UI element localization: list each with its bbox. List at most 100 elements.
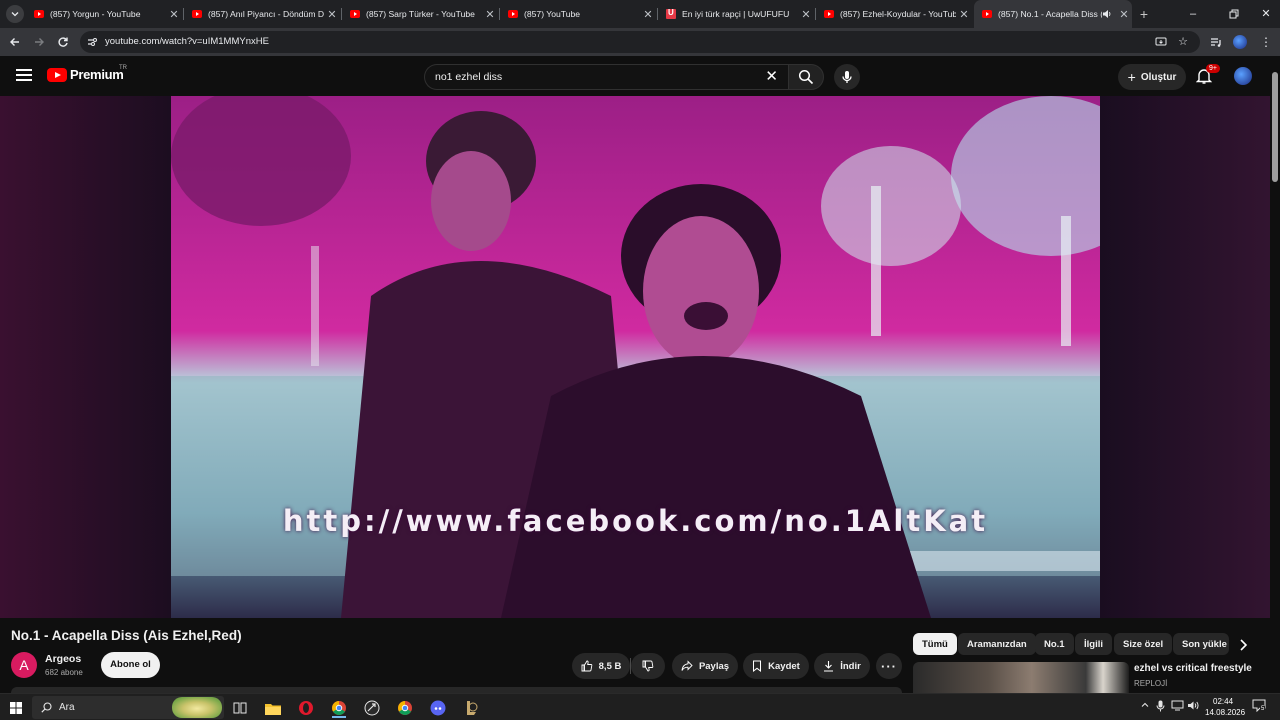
dislike-button[interactable] bbox=[631, 653, 665, 679]
bookmark-icon bbox=[753, 660, 762, 672]
close-tab-icon[interactable]: ✕ bbox=[640, 8, 656, 21]
close-window-icon[interactable]: ✕ bbox=[1258, 6, 1274, 22]
new-tab-button[interactable]: + bbox=[1136, 6, 1152, 22]
video-frame[interactable]: http://www.facebook.com/no.1AltKat bbox=[171, 96, 1100, 618]
save-button[interactable]: Kaydet bbox=[743, 653, 809, 679]
youtube-favicon-icon bbox=[34, 10, 44, 18]
chevron-right-icon[interactable] bbox=[1234, 636, 1252, 654]
browser-tab[interactable]: (857) YouTube ✕ bbox=[500, 0, 656, 28]
taskbar-search-box[interactable]: Ara bbox=[32, 696, 224, 719]
uwufufu-favicon-icon bbox=[666, 8, 676, 19]
chip-for-you[interactable]: Size özel bbox=[1114, 633, 1173, 655]
recommended-video-title[interactable]: ezhel vs critical freestyle bbox=[1134, 663, 1252, 674]
volume-icon[interactable] bbox=[1187, 700, 1200, 711]
browser-tab[interactable]: (857) Sarp Türker - YouTube ✕ bbox=[342, 0, 498, 28]
microphone-icon bbox=[842, 71, 852, 83]
subscriber-count: 682 abone bbox=[45, 668, 83, 677]
youtube-premium-logo[interactable]: Premium TR bbox=[47, 65, 127, 82]
browser-tab[interactable]: (857) Yorgun - YouTube ✕ bbox=[26, 0, 182, 28]
search-button[interactable] bbox=[788, 64, 824, 90]
download-button[interactable]: İndir bbox=[814, 653, 870, 679]
network-icon[interactable] bbox=[1171, 700, 1184, 711]
guide-menu-icon[interactable] bbox=[16, 69, 32, 81]
tab-title: (857) No.1 - Acapella Diss ( bbox=[998, 9, 1102, 19]
plus-icon: + bbox=[1127, 69, 1136, 85]
profile-avatar-icon[interactable] bbox=[1232, 34, 1248, 50]
browser-tab[interactable]: (857) Anıl Piyancı - Döndüm Du ✕ bbox=[184, 0, 340, 28]
close-tab-icon[interactable]: ✕ bbox=[166, 8, 182, 21]
chip-related[interactable]: İlgili bbox=[1075, 633, 1112, 655]
search-icon bbox=[41, 702, 52, 713]
app-icon[interactable] bbox=[362, 698, 382, 718]
create-button[interactable]: + Oluştur bbox=[1118, 64, 1186, 90]
chrome-icon[interactable] bbox=[329, 698, 349, 718]
file-explorer-icon[interactable] bbox=[263, 698, 283, 718]
search-input[interactable]: no1 ezhel diss ✕ bbox=[424, 64, 788, 90]
recommended-video-thumbnail[interactable] bbox=[913, 662, 1129, 693]
youtube-favicon-icon bbox=[824, 10, 834, 18]
speaker-icon[interactable] bbox=[1102, 9, 1116, 19]
like-count: 8,5 B bbox=[598, 660, 622, 672]
close-tab-icon[interactable]: ✕ bbox=[324, 8, 340, 21]
create-label: Oluştur bbox=[1140, 71, 1177, 83]
search-icon bbox=[798, 69, 814, 85]
browser-tab[interactable]: En iyi türk rapçi | UwUFUFU ✕ bbox=[658, 0, 814, 28]
tab-title: (857) YouTube bbox=[524, 9, 581, 19]
reload-icon[interactable] bbox=[55, 34, 71, 50]
notifications-button[interactable]: 9+ bbox=[1196, 64, 1220, 85]
page-scrollbar[interactable] bbox=[1270, 56, 1280, 693]
taskbar-clock-time[interactable]: 02:44 bbox=[1213, 697, 1233, 706]
close-tab-icon[interactable]: ✕ bbox=[1116, 8, 1132, 21]
youtube-favicon-icon bbox=[508, 10, 518, 18]
tab-title: En iyi türk rapçi | UwUFUFU bbox=[682, 9, 790, 19]
bookmark-star-icon[interactable]: ☆ bbox=[1176, 35, 1190, 49]
browser-tab-active[interactable]: (857) No.1 - Acapella Diss ( ✕ bbox=[974, 0, 1132, 28]
browser-tab[interactable]: (857) Ezhel-Koydular - YouTube ✕ bbox=[816, 0, 972, 28]
chip-from-search[interactable]: Aramanızdan bbox=[958, 633, 1036, 655]
account-avatar[interactable] bbox=[1234, 67, 1252, 85]
browser-tab-strip: (857) Yorgun - YouTube ✕ (857) Anıl Piya… bbox=[0, 0, 1280, 28]
chrome-profile-icon[interactable] bbox=[395, 698, 415, 718]
chip-recently-uploaded[interactable]: Son yükle bbox=[1173, 633, 1229, 655]
chip-no1[interactable]: No.1 bbox=[1035, 633, 1074, 655]
tab-title: (857) Ezhel-Koydular - YouTube bbox=[840, 9, 956, 19]
close-tab-icon[interactable]: ✕ bbox=[956, 8, 972, 21]
league-client-icon[interactable] bbox=[461, 698, 481, 718]
notification-badge: 9+ bbox=[1206, 64, 1220, 73]
thumbs-down-icon bbox=[642, 660, 654, 672]
address-bar[interactable]: youtube.com/watch?v=uIM1MMYnxHE ☆ bbox=[80, 31, 1200, 53]
install-app-icon[interactable] bbox=[1154, 35, 1168, 49]
scrollbar-thumb[interactable] bbox=[1272, 72, 1278, 182]
browser-toolbar: youtube.com/watch?v=uIM1MMYnxHE ☆ ⋮ bbox=[0, 28, 1280, 56]
discord-icon[interactable] bbox=[428, 698, 448, 718]
tab-search-button[interactable] bbox=[6, 5, 24, 23]
channel-name[interactable]: Argeos bbox=[45, 653, 81, 665]
clear-search-icon[interactable]: ✕ bbox=[765, 69, 778, 85]
close-tab-icon[interactable]: ✕ bbox=[482, 8, 498, 21]
tab-title: (857) Yorgun - YouTube bbox=[50, 9, 141, 19]
browser-menu-icon[interactable]: ⋮ bbox=[1258, 34, 1274, 50]
show-hidden-icons-chevron-icon[interactable] bbox=[1140, 700, 1150, 710]
close-tab-icon[interactable]: ✕ bbox=[798, 8, 814, 21]
chip-all[interactable]: Tümü bbox=[913, 633, 957, 655]
microphone-tray-icon[interactable] bbox=[1156, 700, 1165, 712]
back-arrow-icon[interactable] bbox=[7, 34, 23, 50]
minimize-window-icon[interactable]: – bbox=[1185, 6, 1201, 22]
youtube-favicon-icon bbox=[350, 10, 360, 18]
restore-window-icon[interactable] bbox=[1226, 6, 1242, 22]
video-player[interactable]: http://www.facebook.com/no.1AltKat bbox=[0, 96, 1270, 618]
windows-start-icon[interactable] bbox=[6, 698, 26, 718]
site-info-icon[interactable] bbox=[86, 36, 98, 48]
taskbar-clock-date[interactable]: 14.08.2026 bbox=[1205, 708, 1245, 717]
subscribe-button[interactable]: Abone ol bbox=[101, 652, 160, 678]
channel-avatar[interactable]: A bbox=[11, 652, 37, 678]
share-button[interactable]: Paylaş bbox=[672, 653, 738, 679]
notification-center-icon[interactable]: 5 bbox=[1252, 699, 1266, 712]
task-view-icon[interactable] bbox=[230, 698, 250, 718]
more-actions-button[interactable]: ··· bbox=[876, 653, 902, 679]
forward-arrow-icon[interactable] bbox=[31, 34, 47, 50]
voice-search-button[interactable] bbox=[834, 64, 860, 90]
like-button[interactable]: 8,5 B bbox=[572, 653, 630, 679]
media-controls-icon[interactable] bbox=[1208, 34, 1224, 50]
opera-browser-icon[interactable] bbox=[296, 698, 316, 718]
